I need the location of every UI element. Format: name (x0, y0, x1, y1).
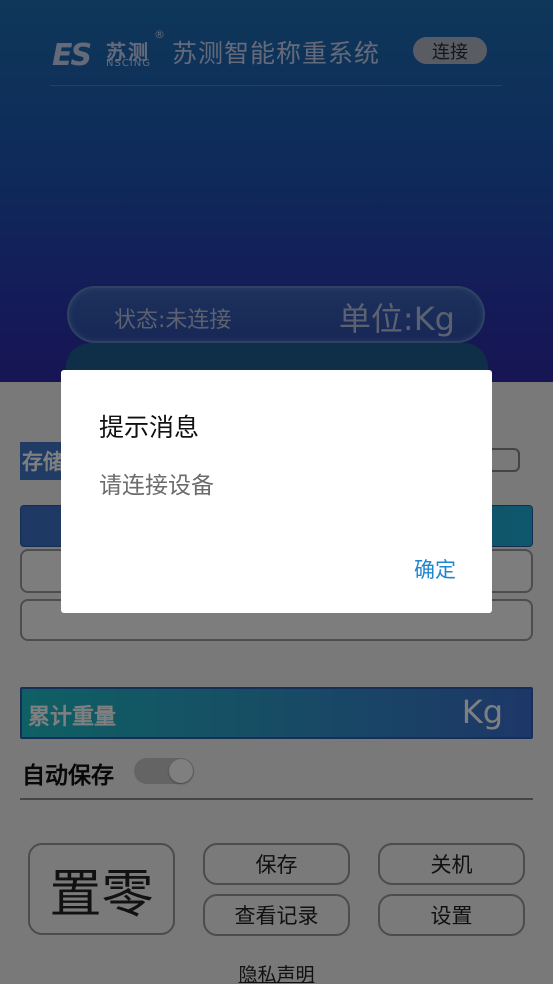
dialog-title: 提示消息 (99, 413, 200, 442)
dialog-message: 请连接设备 (99, 473, 214, 499)
dialog-ok-button[interactable]: 确定 (414, 554, 456, 584)
alert-dialog: 提示消息 请连接设备 确定 (61, 370, 492, 613)
